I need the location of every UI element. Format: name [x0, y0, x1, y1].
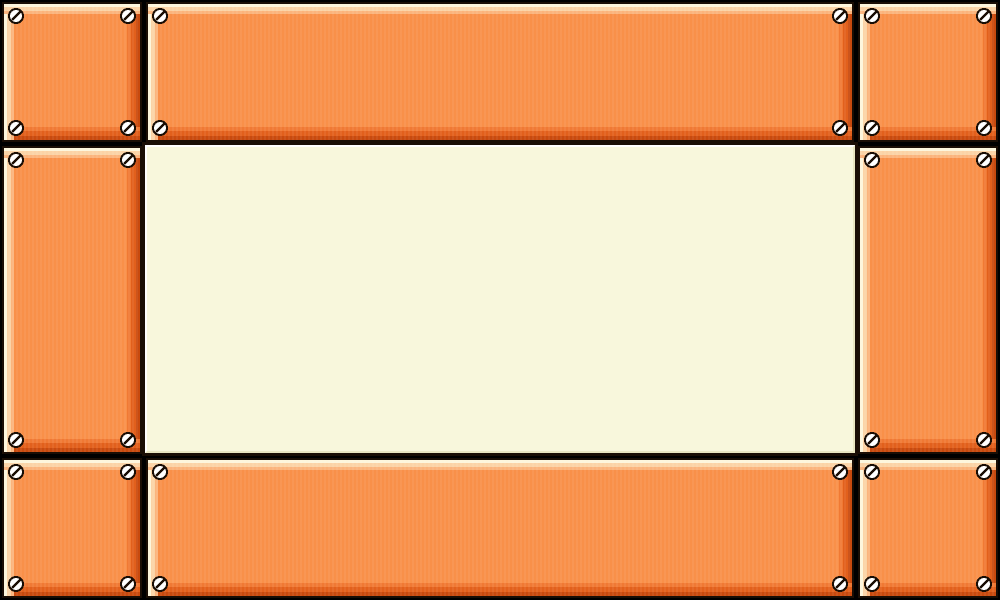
- bolt-icon: [863, 119, 881, 137]
- bolt-icon: [119, 575, 137, 593]
- edge-plate-left: [2, 146, 142, 454]
- bolt-icon: [831, 575, 849, 593]
- center-panel: [142, 142, 858, 456]
- bolt-icon: [151, 463, 169, 481]
- bolt-icon: [975, 431, 993, 449]
- bolt-icon: [7, 431, 25, 449]
- bolt-icon: [119, 463, 137, 481]
- bolt-icon: [119, 7, 137, 25]
- corner-plate-bottom-right: [858, 458, 998, 598]
- bolt-icon: [863, 431, 881, 449]
- bolt-icon: [7, 7, 25, 25]
- bolt-icon: [151, 119, 169, 137]
- bolt-icon: [119, 431, 137, 449]
- edge-plate-top: [146, 2, 854, 142]
- corner-plate-top-right: [858, 2, 998, 142]
- bolt-icon: [7, 575, 25, 593]
- bolt-icon: [151, 7, 169, 25]
- bolt-icon: [151, 575, 169, 593]
- bolt-icon: [119, 151, 137, 169]
- edge-plate-right: [858, 146, 998, 454]
- game-frame: [0, 0, 1000, 600]
- bolt-icon: [7, 463, 25, 481]
- bolt-icon: [863, 7, 881, 25]
- bolt-icon: [831, 119, 849, 137]
- corner-plate-bottom-left: [2, 458, 142, 598]
- corner-plate-top-left: [2, 2, 142, 142]
- bolt-icon: [119, 119, 137, 137]
- bolt-icon: [7, 119, 25, 137]
- bolt-icon: [831, 7, 849, 25]
- edge-plate-bottom: [146, 458, 854, 598]
- bolt-icon: [863, 463, 881, 481]
- bolt-icon: [7, 151, 25, 169]
- bolt-icon: [863, 151, 881, 169]
- bolt-icon: [863, 575, 881, 593]
- bolt-icon: [975, 151, 993, 169]
- bolt-icon: [975, 575, 993, 593]
- bolt-icon: [831, 463, 849, 481]
- bolt-icon: [975, 119, 993, 137]
- bolt-icon: [975, 463, 993, 481]
- bolt-icon: [975, 7, 993, 25]
